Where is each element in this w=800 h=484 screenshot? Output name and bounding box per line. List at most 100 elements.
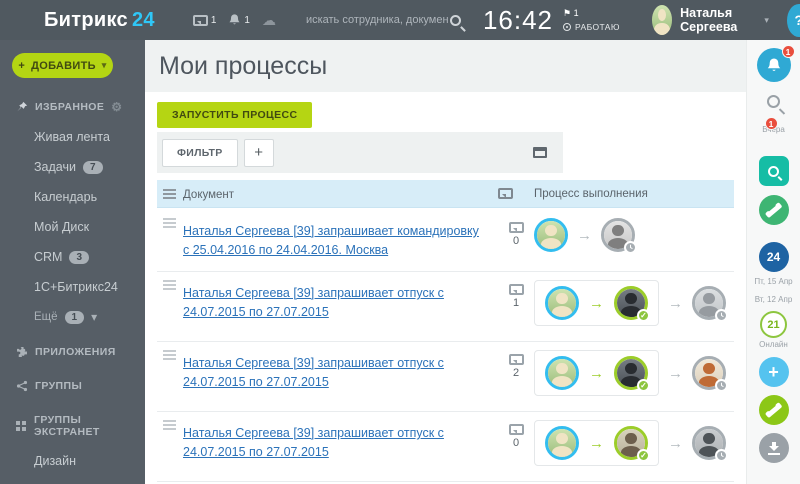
date-label: Пт, 15 Апр	[754, 277, 792, 286]
pending-approver-avatar[interactable]	[692, 286, 726, 320]
approved-check-badge: ✓	[637, 309, 650, 322]
rail-add-button[interactable]: +	[759, 357, 789, 387]
bitrix24-chat-bot[interactable]: 24	[759, 242, 789, 272]
drag-handle-icon[interactable]	[163, 222, 176, 224]
logo-24: 24	[132, 9, 155, 31]
flag-count: 1	[574, 8, 579, 18]
gear-icon[interactable]: ⚙	[111, 100, 122, 114]
waiting-clock-badge	[715, 309, 728, 322]
search-icon[interactable]	[450, 15, 461, 26]
chat-count: 1	[211, 15, 217, 26]
avatar	[548, 289, 576, 317]
sidebar-item-live-feed[interactable]: Живая лента	[0, 130, 145, 144]
document-link[interactable]: Наталья Сергеева [39] запрашивает команд…	[183, 222, 488, 261]
chat-button[interactable]: 1	[193, 15, 217, 26]
avatar	[548, 429, 576, 457]
grid-settings-icon[interactable]	[533, 147, 547, 158]
rail-search-icon[interactable]	[767, 95, 780, 108]
document-link[interactable]: Наталья Сергеева [39] запрашивает отпуск…	[183, 284, 488, 323]
add-button[interactable]: +ДОБАВИТЬ▾	[12, 53, 113, 78]
notifications-button[interactable]: 1	[228, 13, 250, 27]
drag-handle-icon[interactable]	[163, 284, 176, 286]
filter-button[interactable]: ФИЛЬТР	[162, 139, 238, 167]
date-label: Вт, 12 Апр	[755, 295, 793, 304]
drag-handle-icon[interactable]	[163, 354, 176, 356]
initiator-avatar[interactable]	[545, 286, 579, 320]
filter-bar: ФИЛЬТР +	[157, 132, 563, 173]
completed-step-box: → ✓	[534, 350, 659, 396]
bell-icon	[766, 57, 782, 74]
tasks-badge: 7	[83, 161, 103, 174]
search-input[interactable]	[304, 13, 450, 27]
download-app-button[interactable]	[759, 433, 789, 463]
phone-icon	[767, 204, 781, 217]
drag-handle-icon[interactable]	[163, 424, 176, 426]
sidebar-section-groups[interactable]: ГРУППЫ	[0, 380, 145, 392]
sidebar-section-apps[interactable]: ПРИЛОЖЕНИЯ	[0, 346, 145, 358]
user-menu[interactable]: Наталья Сергеева ▾	[652, 5, 769, 35]
add-filter-button[interactable]: +	[244, 139, 274, 167]
comments-cell[interactable]: 0	[498, 222, 534, 247]
approved-avatar[interactable]: ✓	[614, 286, 648, 320]
rail-notifications-button[interactable]: 1	[757, 48, 791, 82]
chat-search-button[interactable]	[759, 156, 789, 186]
sidebar-item-1c-bitrix24[interactable]: 1С+Битрикс24	[0, 280, 145, 294]
arrow-right-icon: →	[589, 366, 604, 381]
avatar	[537, 221, 565, 249]
column-document[interactable]: Документ	[183, 189, 234, 201]
document-link[interactable]: Наталья Сергеева [39] запрашивает отпуск…	[183, 354, 488, 393]
online-users-button[interactable]: 21	[760, 311, 787, 338]
flag-counter[interactable]: ⚑ 1	[563, 8, 620, 19]
clock[interactable]: 16:42	[483, 5, 553, 36]
bell-count: 1	[244, 15, 250, 26]
search-area	[290, 13, 469, 27]
sidebar-section-favorites[interactable]: ИЗБРАННОЕ ⚙	[0, 100, 145, 114]
column-process[interactable]: Процесс выполнения	[534, 188, 648, 200]
comments-column-icon[interactable]	[498, 188, 513, 199]
approved-avatar[interactable]: ✓	[614, 426, 648, 460]
document-link[interactable]: Наталья Сергеева [39] запрашивает отпуск…	[183, 424, 488, 463]
work-status[interactable]: РАБОТАЮ	[563, 22, 620, 32]
logo[interactable]: Битрикс24	[0, 9, 155, 32]
waiting-clock-badge	[624, 241, 637, 254]
help-button[interactable]: ?	[787, 4, 800, 37]
processes-grid: Документ Процесс выполнения Наталья Серг…	[157, 180, 734, 482]
comments-cell[interactable]: 2	[498, 354, 534, 379]
item-label: Мой Диск	[34, 220, 89, 234]
sidebar-item-more[interactable]: Ещё1▾	[0, 310, 145, 324]
rail-phone-button[interactable]	[759, 395, 789, 425]
arrow-right-icon: →	[589, 296, 604, 311]
initiator-avatar[interactable]	[545, 426, 579, 460]
pending-approver-avatar[interactable]	[601, 218, 635, 252]
table-row: Наталья Сергеева [39] запрашивает отпуск…	[157, 272, 734, 342]
comment-count: 0	[513, 437, 519, 449]
comments-cell[interactable]: 1	[498, 284, 534, 309]
comments-cell[interactable]: 0	[498, 424, 534, 449]
initiator-avatar[interactable]	[534, 218, 568, 252]
item-label: CRM	[34, 250, 62, 264]
sidebar-item-calendar[interactable]: Календарь	[0, 190, 145, 204]
record-icon	[563, 23, 571, 31]
initiator-avatar[interactable]	[545, 356, 579, 390]
sidebar-item-crm[interactable]: CRM3	[0, 250, 145, 264]
title-strip: Мои процессы	[145, 40, 746, 92]
arrow-right-icon: →	[668, 366, 683, 381]
sidebar-item-design[interactable]: Дизайн	[0, 454, 145, 468]
sidebar-item-my-drive[interactable]: Мой Диск	[0, 220, 145, 234]
chat-icon	[193, 15, 208, 26]
main-content: Мои процессы ЗАПУСТИТЬ ПРОЦЕСС ФИЛЬТР + …	[145, 40, 746, 484]
grid-header: Документ Процесс выполнения	[157, 180, 734, 208]
share-icon	[16, 380, 28, 392]
call-button[interactable]	[759, 195, 789, 225]
item-label: 1С+Битрикс24	[34, 280, 118, 294]
sidebar-section-extranet-groups[interactable]: ГРУППЫ ЭКСТРАНЕТ	[0, 414, 145, 438]
pending-approver-avatar[interactable]	[692, 426, 726, 460]
bell-icon	[228, 13, 241, 27]
pending-approver-avatar[interactable]	[692, 356, 726, 390]
approved-avatar[interactable]: ✓	[614, 356, 648, 390]
cloud-icon[interactable]: ☁	[262, 13, 276, 27]
page-title: Мои процессы	[159, 52, 327, 81]
start-process-button[interactable]: ЗАПУСТИТЬ ПРОЦЕСС	[157, 102, 312, 128]
drag-handle-icon[interactable]	[163, 193, 176, 195]
sidebar-item-tasks[interactable]: Задачи7	[0, 160, 145, 174]
